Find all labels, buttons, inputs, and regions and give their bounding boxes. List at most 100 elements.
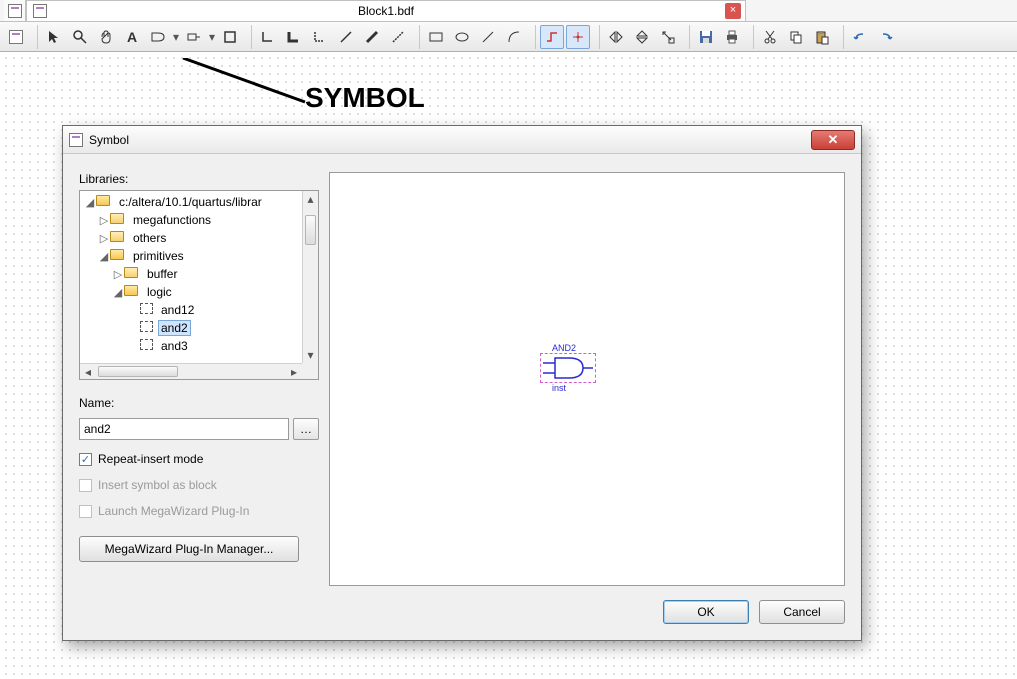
browse-button[interactable]: … — [293, 418, 319, 440]
megawizard-button-label: MegaWizard Plug-In Manager... — [105, 542, 274, 556]
folder-icon — [110, 213, 124, 224]
rotate-button[interactable] — [656, 25, 680, 49]
symbol-dialog: Symbol ✕ Libraries: ◢ c:/altera/10.1/quar… — [62, 125, 862, 641]
dialog-titlebar[interactable]: Symbol ✕ — [63, 126, 861, 154]
ok-button[interactable]: OK — [663, 600, 749, 624]
diagonal-conduit-tool[interactable] — [386, 25, 410, 49]
tree-item[interactable]: ▷ others — [84, 229, 302, 247]
new-file-button[interactable] — [4, 25, 28, 49]
cancel-label: Cancel — [783, 605, 820, 619]
copy-button[interactable] — [784, 25, 808, 49]
name-label: Name: — [79, 396, 319, 410]
tree-expand-icon[interactable]: ▷ — [98, 214, 110, 227]
insert-as-block-checkbox-row: Insert symbol as block — [79, 478, 319, 492]
tree-collapse-icon[interactable]: ◢ — [84, 196, 96, 209]
tree-item[interactable]: and12 — [84, 301, 302, 319]
ok-label: OK — [697, 605, 714, 619]
diagonal-node-tool[interactable] — [334, 25, 358, 49]
tree-horizontal-scrollbar[interactable]: ◂ ▸ — [80, 363, 302, 379]
megawizard-button[interactable]: MegaWizard Plug-In Manager... — [79, 536, 299, 562]
folder-icon — [110, 231, 124, 242]
repeat-insert-checkbox-row[interactable]: ✓ Repeat-insert mode — [79, 452, 319, 466]
checkbox-unchecked-icon — [79, 479, 92, 492]
tree-item-label: others — [130, 231, 169, 245]
tree-item-label: megafunctions — [130, 213, 214, 227]
tree-item-label: logic — [144, 285, 175, 299]
annotation-arrow — [175, 58, 315, 116]
flip-horizontal-button[interactable] — [604, 25, 628, 49]
tree-item[interactable]: ▷ megafunctions — [84, 211, 302, 229]
close-button[interactable]: ✕ — [811, 130, 855, 150]
block-tool[interactable] — [218, 25, 242, 49]
tree-expand-icon[interactable]: ▷ — [112, 268, 124, 281]
diagonal-bus-tool[interactable] — [360, 25, 384, 49]
gate-type-label: AND2 — [552, 343, 596, 353]
symbol-preview: AND2 inst — [329, 172, 845, 586]
rectangle-tool[interactable] — [424, 25, 448, 49]
insert-block-label: Insert symbol as block — [98, 478, 217, 492]
document-tab[interactable]: Block1.bdf × — [26, 0, 746, 21]
orthogonal-node-tool[interactable] — [256, 25, 280, 49]
scroll-thumb[interactable] — [305, 215, 316, 245]
tree-item[interactable]: ◢ primitives — [84, 247, 302, 265]
print-button[interactable] — [720, 25, 744, 49]
folder-icon — [124, 267, 138, 278]
orthogonal-conduit-tool[interactable] — [308, 25, 332, 49]
close-icon[interactable]: × — [725, 3, 741, 19]
tree-item-label: primitives — [130, 249, 187, 263]
chevron-down-icon[interactable]: ▾ — [172, 30, 180, 44]
tree-item-label: and12 — [158, 303, 197, 317]
cut-button[interactable] — [758, 25, 782, 49]
checkbox-checked-icon[interactable]: ✓ — [79, 453, 92, 466]
undo-button[interactable] — [848, 25, 872, 49]
dialog-icon — [69, 133, 83, 147]
scroll-up-icon[interactable]: ▴ — [303, 191, 318, 207]
line-tool[interactable] — [476, 25, 500, 49]
tree-collapse-icon[interactable]: ◢ — [98, 250, 110, 263]
name-input[interactable] — [79, 418, 289, 440]
document-tab-bar: Block1.bdf × — [0, 0, 1017, 22]
and-gate-symbol: AND2 inst — [540, 343, 596, 393]
rubberband-mode1[interactable] — [540, 25, 564, 49]
tree-vertical-scrollbar[interactable]: ▴ ▾ — [302, 191, 318, 363]
libraries-label: Libraries: — [79, 172, 319, 186]
orthogonal-bus-tool[interactable] — [282, 25, 306, 49]
text-tool[interactable]: A — [120, 25, 144, 49]
tree-item[interactable]: and2 — [84, 319, 302, 337]
cancel-button[interactable]: Cancel — [759, 600, 845, 624]
pin-tool[interactable] — [182, 25, 206, 49]
tree-collapse-icon[interactable]: ◢ — [112, 286, 124, 299]
paste-button[interactable] — [810, 25, 834, 49]
tree-expand-icon[interactable]: ▷ — [98, 232, 110, 245]
arc-tool[interactable] — [502, 25, 526, 49]
tree-item[interactable]: and3 — [84, 337, 302, 355]
zoom-tool[interactable] — [68, 25, 92, 49]
tree-item[interactable]: ◢ c:/altera/10.1/quartus/librar — [84, 193, 302, 211]
oval-tool[interactable] — [450, 25, 474, 49]
scroll-down-icon[interactable]: ▾ — [303, 347, 318, 363]
tree-item-label: and3 — [158, 339, 191, 353]
tree-item[interactable]: ◢ logic — [84, 283, 302, 301]
rubberband-mode2[interactable] — [566, 25, 590, 49]
doc-icon — [33, 4, 47, 18]
tab-doc-icon-small[interactable] — [4, 0, 26, 21]
symbol-icon — [140, 321, 153, 332]
scroll-right-icon[interactable]: ▸ — [286, 365, 302, 379]
gate-instance-label: inst — [552, 383, 596, 393]
scroll-thumb[interactable] — [98, 366, 178, 377]
pan-tool[interactable] — [94, 25, 118, 49]
redo-button[interactable] — [874, 25, 898, 49]
save-button[interactable] — [694, 25, 718, 49]
scroll-left-icon[interactable]: ◂ — [80, 365, 96, 379]
flip-vertical-button[interactable] — [630, 25, 654, 49]
folder-icon — [96, 195, 110, 206]
symbol-tool[interactable] — [146, 25, 170, 49]
checkbox-unchecked-icon — [79, 505, 92, 518]
folder-icon — [124, 285, 138, 296]
chevron-down-icon[interactable]: ▾ — [208, 30, 216, 44]
tree-item-label: c:/altera/10.1/quartus/librar — [116, 195, 265, 209]
tree-item[interactable]: ▷buffer — [84, 265, 302, 283]
symbol-icon — [140, 339, 153, 350]
pointer-tool[interactable] — [42, 25, 66, 49]
libraries-tree[interactable]: ◢ c:/altera/10.1/quartus/librar ▷ megafunct… — [79, 190, 319, 380]
